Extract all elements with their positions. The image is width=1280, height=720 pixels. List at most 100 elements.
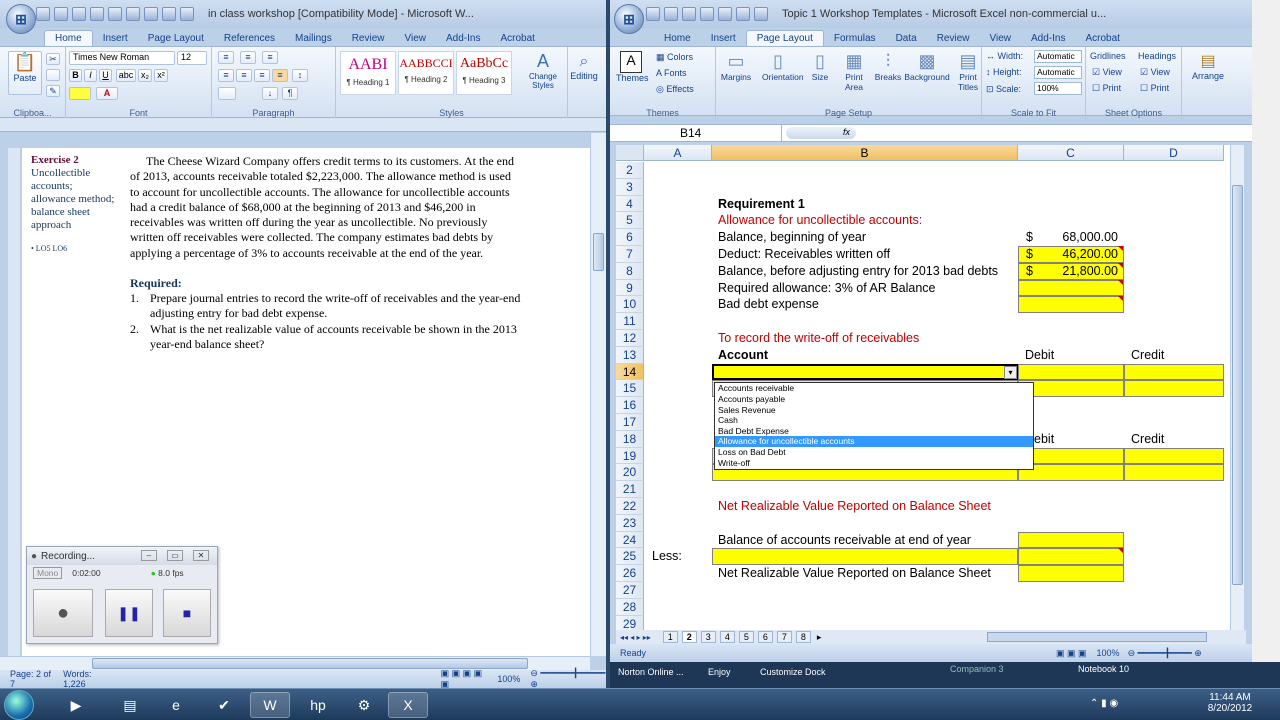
print-area-button[interactable]: ▦ Print Area — [838, 51, 870, 95]
word-zoom-level[interactable]: 100% — [497, 674, 520, 684]
headings-print-checkbox[interactable]: ☐ Print — [1140, 83, 1169, 94]
fx-button[interactable]: fx — [786, 127, 856, 139]
undo-icon[interactable] — [54, 7, 68, 21]
tab-acrobat[interactable]: Acrobat — [490, 31, 544, 46]
row-header-21[interactable]: 21 — [616, 481, 644, 498]
line-spacing-icon[interactable]: ↕ — [292, 69, 308, 82]
start-button[interactable] — [4, 690, 34, 720]
row-header-20[interactable]: 20 — [616, 464, 644, 482]
dropdown-option[interactable]: Write-off — [715, 458, 1033, 469]
sheet-tab-8[interactable]: 8 — [795, 631, 811, 643]
email-icon[interactable] — [162, 7, 176, 21]
formula-input[interactable] — [860, 125, 1232, 141]
font-size-box[interactable]: 12 — [177, 51, 207, 65]
shading-icon[interactable] — [218, 87, 236, 100]
row-header-12[interactable]: 12 — [616, 330, 644, 347]
excel-view-buttons[interactable]: ▣ ▣ ▣ — [1056, 648, 1087, 659]
sheet-tab-1[interactable]: 1 — [662, 631, 678, 643]
align-center-icon[interactable]: ≡ — [236, 69, 252, 82]
zoom-slider[interactable]: ⊖ ━━━━━━╋━━━━━ ⊕ — [530, 668, 606, 688]
format-painter-icon[interactable]: ✎ — [46, 85, 60, 97]
breaks-button[interactable]: ⫶ Breaks — [872, 51, 904, 95]
active-cell-outline[interactable] — [712, 363, 1018, 381]
row-header-5[interactable]: 5 — [616, 212, 644, 230]
save-icon[interactable] — [646, 7, 660, 21]
column-header-b[interactable]: B — [712, 145, 1018, 161]
input-cell-b25[interactable] — [712, 548, 1018, 566]
font-name-box[interactable]: Times New Roman — [69, 51, 175, 65]
column-header-d[interactable]: D — [1124, 145, 1224, 161]
tab-home[interactable]: Home — [654, 31, 701, 46]
vertical-ruler[interactable] — [8, 148, 20, 656]
select-all-corner[interactable] — [616, 145, 644, 161]
row-header-10[interactable]: 10 — [616, 296, 644, 314]
dock-item-enjoy[interactable]: Enjoy — [708, 667, 731, 677]
record-button[interactable]: ● — [33, 589, 93, 637]
paste-button[interactable]: 📋 Paste — [8, 51, 42, 95]
row-header-11[interactable]: 11 — [616, 313, 644, 330]
explorer-icon[interactable]: ▤ — [110, 692, 150, 718]
font-color-icon[interactable]: A — [96, 87, 118, 100]
app-tools-icon[interactable]: ⚙ — [344, 692, 384, 718]
fonts-button[interactable]: A Fonts — [656, 68, 687, 78]
media-player-icon[interactable]: ▶ — [56, 692, 96, 718]
credit-cell-d20[interactable] — [1124, 464, 1224, 482]
arrange-button[interactable]: ▤ Arrange — [1186, 51, 1230, 95]
excel-vertical-scrollbar[interactable] — [1230, 145, 1244, 630]
themes-button[interactable]: A Themes — [616, 51, 649, 91]
credit-cell-d14[interactable] — [1124, 363, 1224, 381]
style-heading-3[interactable]: AaBbCc ¶ Heading 3 — [456, 51, 512, 95]
gridlines-print-checkbox[interactable]: ☐ Print — [1092, 83, 1121, 94]
style-heading-1[interactable]: AABI ¶ Heading 1 — [340, 51, 396, 95]
size-button[interactable]: ▯ Size — [804, 51, 836, 95]
dock-item-companion[interactable]: Companion 3 — [950, 664, 1004, 674]
row-header-3[interactable]: 3 — [616, 178, 644, 196]
align-right-icon[interactable]: ≡ — [254, 69, 270, 82]
height-select[interactable]: Automatic — [1034, 66, 1082, 79]
page-count[interactable]: Page: 2 of 7 — [10, 669, 53, 688]
tab-review[interactable]: Review — [927, 31, 980, 46]
bold-button[interactable]: B — [69, 69, 82, 82]
word-scroll-thumb[interactable] — [593, 233, 604, 271]
close-button[interactable]: ✕ — [193, 550, 209, 561]
credit-cell-d15[interactable] — [1124, 380, 1224, 398]
effects-button[interactable]: ◎ Effects — [656, 84, 694, 95]
minimize-button[interactable]: – — [141, 550, 157, 561]
dock-item-notebook[interactable]: Notebook 10 — [1078, 664, 1129, 674]
word-count[interactable]: Words: 1,226 — [63, 669, 110, 688]
copy-icon[interactable] — [46, 69, 60, 81]
tab-view[interactable]: View — [395, 31, 437, 46]
orientation-button[interactable]: ▯ Orientation — [762, 51, 804, 95]
row-header-28[interactable]: 28 — [616, 598, 644, 616]
row-header-16[interactable]: 16 — [616, 397, 644, 414]
gridlines-view-checkbox[interactable]: ☑ View — [1092, 67, 1122, 78]
view-buttons[interactable]: ▣ ▣ ▣ ▣ ▣ — [441, 668, 488, 688]
excel-hscroll[interactable] — [987, 632, 1208, 642]
print-preview-icon[interactable] — [126, 7, 140, 21]
word-taskbar-icon[interactable]: W — [250, 692, 290, 718]
row-header-18[interactable]: 18 — [616, 430, 644, 448]
hp-icon[interactable]: hp — [298, 692, 338, 718]
undo-icon[interactable] — [664, 7, 678, 21]
tab-page-layout[interactable]: Page Layout — [138, 31, 214, 46]
input-cell-c24[interactable] — [1018, 531, 1124, 549]
input-cell-c25[interactable] — [1018, 548, 1124, 566]
input-cell-c10[interactable] — [1018, 296, 1124, 314]
new-icon[interactable] — [718, 7, 732, 21]
credit-cell-d19[interactable] — [1124, 447, 1224, 465]
numbering-icon[interactable]: ≡ — [240, 51, 256, 64]
audio-mode-select[interactable]: Mono — [33, 567, 63, 579]
tab-insert[interactable]: Insert — [93, 31, 138, 46]
style-heading-2[interactable]: AABBCCI ¶ Heading 2 — [398, 51, 454, 95]
row-header-6[interactable]: 6 — [616, 229, 644, 246]
scale-input[interactable]: 100% — [1034, 82, 1082, 95]
input-cell-c26[interactable] — [1018, 565, 1124, 582]
dropdown-option[interactable]: Accounts payable — [715, 394, 1033, 405]
print-preview-icon[interactable] — [736, 7, 750, 21]
row-header-29[interactable]: 29 — [616, 615, 644, 630]
dropdown-arrow-icon[interactable]: ▾ — [1004, 365, 1017, 379]
row-header-26[interactable]: 26 — [616, 565, 644, 582]
align-left-icon[interactable]: ≡ — [218, 69, 234, 82]
insert-sheet-icon[interactable]: ▸ — [817, 632, 822, 643]
strikethrough-button[interactable]: abc — [116, 69, 136, 82]
